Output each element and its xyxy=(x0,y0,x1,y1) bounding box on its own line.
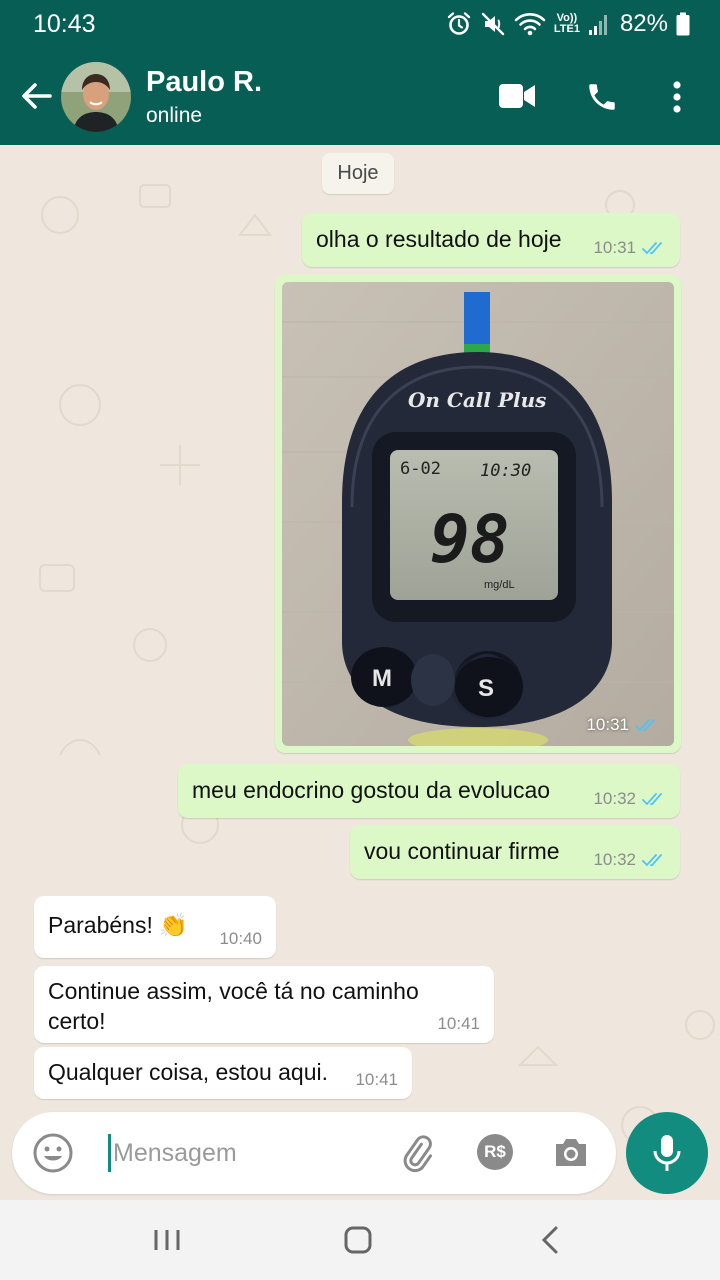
meter-button-m: M xyxy=(372,665,392,692)
message-meta: 10:41 xyxy=(355,1070,398,1090)
message-bubble-out[interactable]: vou continuar firme 10:32 xyxy=(350,825,680,879)
message-time: 10:41 xyxy=(437,1014,480,1033)
meter-reading: 98 xyxy=(430,501,509,578)
message-text: meu endocrino gostou da evolucao xyxy=(192,777,551,803)
message-text-line1: Continue assim, você tá no caminho xyxy=(48,978,419,1004)
home-icon[interactable] xyxy=(342,1222,374,1258)
meter-brand: On Call Plus xyxy=(408,388,546,412)
payment-icon[interactable]: R$ xyxy=(477,1134,513,1170)
message-bubble-in[interactable]: Continue assim, você tá no caminho certo… xyxy=(34,966,494,1043)
phone-icon[interactable] xyxy=(585,80,619,114)
status-bar: 10:43 Vo)) LTE1 82% xyxy=(0,0,720,48)
attach-icon[interactable] xyxy=(398,1134,438,1174)
read-ticks-icon xyxy=(635,719,655,732)
volte-icon: Vo)) LTE1 xyxy=(553,12,580,35)
message-time: 10:31 xyxy=(586,715,629,734)
mic-icon xyxy=(653,1135,681,1171)
message-meta: 10:40 xyxy=(219,929,262,949)
message-bubble-out[interactable]: meu endocrino gostou da evolucao 10:32 xyxy=(178,764,680,818)
recents-icon[interactable] xyxy=(152,1222,182,1258)
message-meta: 10:41 xyxy=(437,1014,480,1034)
message-time: 10:41 xyxy=(355,1070,398,1089)
read-ticks-icon xyxy=(642,854,662,867)
message-text: olha o resultado de hoje xyxy=(316,226,562,252)
message-text: Qualquer coisa, estou aqui. xyxy=(48,1059,329,1085)
system-nav-bar xyxy=(0,1200,720,1280)
message-text: vou continuar firme xyxy=(364,838,560,864)
battery-icon xyxy=(676,12,690,36)
wifi-icon xyxy=(514,13,546,36)
message-input[interactable] xyxy=(108,1134,398,1172)
more-vert-icon[interactable] xyxy=(666,80,688,114)
message-time: 10:31 xyxy=(593,238,636,257)
battery-percent: 82% xyxy=(619,10,668,37)
alarm-icon xyxy=(447,12,471,35)
meter-date: 6-02 xyxy=(400,459,441,479)
message-bubble-out[interactable]: olha o resultado de hoje 10:31 xyxy=(302,213,680,267)
signal-icon xyxy=(588,15,607,35)
message-meta: 10:31 xyxy=(593,238,666,258)
emoji-icon[interactable] xyxy=(32,1132,74,1174)
read-ticks-icon xyxy=(642,793,662,806)
message-text-line2: certo! xyxy=(48,1008,106,1034)
glucometer-photo[interactable]: On Call Plus 6-02 10:30 98 mg/dL M S xyxy=(282,282,674,746)
message-time: 10:32 xyxy=(593,789,636,808)
status-time: 10:43 xyxy=(33,10,96,38)
read-ticks-icon xyxy=(642,242,662,255)
message-time: 10:32 xyxy=(593,850,636,869)
avatar[interactable] xyxy=(61,62,131,132)
message-composer[interactable]: R$ xyxy=(12,1112,616,1194)
message-time: 10:40 xyxy=(219,929,262,948)
contact-name[interactable]: Paulo R. xyxy=(146,66,262,99)
meter-button-s: S xyxy=(478,675,494,702)
message-text: Parabéns! 👏 xyxy=(48,912,188,938)
voice-record-button[interactable] xyxy=(626,1112,708,1194)
meter-clock: 10:30 xyxy=(480,461,531,481)
camera-icon[interactable] xyxy=(552,1134,590,1170)
back-nav-icon[interactable] xyxy=(536,1222,564,1258)
message-meta: 10:32 xyxy=(593,789,666,809)
message-bubble-in[interactable]: Parabéns! 👏 10:40 xyxy=(34,896,276,958)
input-bar: R$ xyxy=(0,1100,720,1200)
chat-area[interactable]: Hoje olha o resultado de hoje 10:31 On C… xyxy=(0,145,720,1200)
status-icons: Vo)) LTE1 82% xyxy=(446,8,690,40)
back-arrow-icon[interactable] xyxy=(18,78,54,114)
message-meta: 10:32 xyxy=(593,850,666,870)
image-meta: 10:31 xyxy=(586,715,659,735)
mute-icon xyxy=(481,12,505,36)
video-call-icon[interactable] xyxy=(498,82,536,110)
date-chip: Hoje xyxy=(322,153,394,194)
contact-status: online xyxy=(146,104,203,127)
message-image-bubble[interactable]: On Call Plus 6-02 10:30 98 mg/dL M S 10:… xyxy=(275,275,681,753)
meter-unit: mg/dL xyxy=(484,579,515,591)
chat-header: Paulo R. online xyxy=(0,48,720,145)
message-bubble-in[interactable]: Qualquer coisa, estou aqui. 10:41 xyxy=(34,1047,412,1099)
